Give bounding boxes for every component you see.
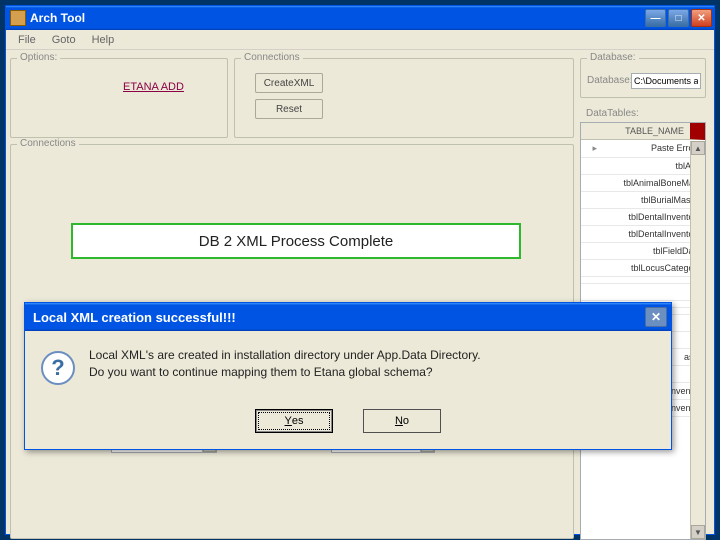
menu-file[interactable]: File	[10, 32, 44, 48]
dialog-title: Local XML creation successful!!!	[33, 310, 645, 325]
maximize-button[interactable]: □	[668, 9, 689, 27]
close-button[interactable]: ✕	[691, 9, 712, 27]
database-field-label: Database:	[587, 75, 633, 86]
table-row[interactable]: tblDentalInventory	[581, 226, 705, 243]
datatables-header: TABLE_NAME	[581, 123, 705, 140]
no-label: o	[403, 415, 409, 427]
connections-main-label: Connections	[17, 138, 79, 149]
scroll-down-icon[interactable]: ▼	[691, 525, 705, 539]
content-area: Options: ETANA ADD Connections CreateXML…	[6, 50, 714, 534]
database-input[interactable]	[631, 73, 701, 89]
table-row[interactable]: tblDentalInventory	[581, 209, 705, 226]
question-icon: ?	[41, 351, 75, 385]
connections-top-panel: Connections CreateXML Reset	[234, 58, 574, 138]
confirmation-dialog: Local XML creation successful!!! ✕ ? Loc…	[24, 302, 672, 450]
table-row[interactable]: tblAge	[581, 158, 705, 175]
menu-help[interactable]: Help	[84, 32, 123, 48]
table-row[interactable]: r	[581, 284, 705, 301]
create-xml-button[interactable]: CreateXML	[255, 73, 323, 93]
datatables-label: DataTables:	[586, 108, 639, 119]
dialog-buttons: Yes No	[25, 401, 671, 449]
table-row[interactable]: tblBurialMaster	[581, 192, 705, 209]
window-title: Arch Tool	[30, 11, 645, 25]
table-row[interactable]: ▸Paste Errors	[581, 140, 705, 158]
yes-label: es	[292, 415, 304, 427]
main-window: Arch Tool — □ ✕ File Goto Help Options: …	[5, 5, 715, 535]
options-panel: Options: ETANA ADD	[10, 58, 228, 138]
datatables-scrollbar[interactable]: ▲ ▼	[690, 141, 705, 539]
scroll-up-icon[interactable]: ▲	[691, 141, 705, 155]
app-icon	[10, 10, 26, 26]
table-row[interactable]: tblAnimalBoneMast	[581, 175, 705, 192]
dialog-titlebar: Local XML creation successful!!! ✕	[25, 303, 671, 331]
options-label: Options:	[17, 52, 60, 63]
dialog-line2: Do you want to continue mapping them to …	[89, 364, 481, 381]
dialog-message: Local XML's are created in installation …	[89, 347, 481, 385]
dialog-body: ? Local XML's are created in installatio…	[25, 331, 671, 401]
dialog-close-button[interactable]: ✕	[645, 307, 667, 327]
database-panel-label: Database:	[587, 52, 639, 63]
menu-goto[interactable]: Goto	[44, 32, 84, 48]
database-panel: Database: Database:	[580, 58, 706, 98]
process-complete-banner: DB 2 XML Process Complete	[71, 223, 521, 259]
titlebar-buttons: — □ ✕	[645, 9, 712, 27]
titlebar: Arch Tool — □ ✕	[6, 6, 714, 30]
reset-button[interactable]: Reset	[255, 99, 323, 119]
table-row[interactable]: tblLocusCategory	[581, 260, 705, 277]
no-button[interactable]: No	[363, 409, 441, 433]
menubar: File Goto Help	[6, 30, 714, 50]
connections-top-label: Connections	[241, 52, 303, 63]
dialog-line1: Local XML's are created in installation …	[89, 347, 481, 364]
minimize-button[interactable]: —	[645, 9, 666, 27]
table-row[interactable]	[581, 277, 705, 284]
yes-button[interactable]: Yes	[255, 409, 333, 433]
table-row[interactable]: tblFieldData	[581, 243, 705, 260]
etana-add-link[interactable]: ETANA ADD	[123, 81, 184, 93]
